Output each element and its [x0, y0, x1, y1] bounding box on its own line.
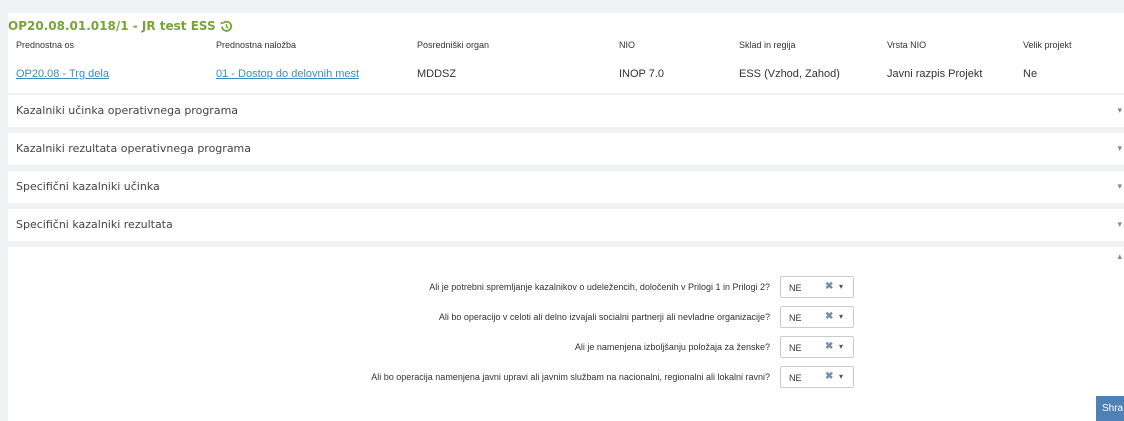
value-vrsta-nio: Javni razpis Projekt	[887, 68, 983, 80]
header-prednostna-os: Prednostna os	[16, 40, 75, 50]
select-value: NE	[789, 373, 802, 383]
header-vrsta-nio: Vrsta NIO	[887, 40, 927, 50]
value-nio: INOP 7.0	[619, 68, 665, 80]
accordion-specificni-kazalniki-rezultata[interactable]: Specifični kazalniki rezultata ▾	[8, 209, 1124, 241]
accordion-specificni-kazalniki-ucinka[interactable]: Specifični kazalniki učinka ▾	[8, 171, 1124, 203]
chevron-down-icon[interactable]: ▾	[839, 312, 843, 321]
caret-icon: ▾	[1117, 105, 1122, 115]
chevron-down-icon[interactable]: ▾	[839, 372, 843, 381]
select-value: NE	[789, 343, 802, 353]
save-button[interactable]: Shra	[1096, 396, 1124, 421]
caret-icon: ▾	[1117, 219, 1122, 229]
chevron-down-icon[interactable]: ▾	[839, 342, 843, 351]
clear-icon[interactable]: ✖	[825, 341, 833, 352]
select-value: NE	[789, 313, 802, 323]
clear-icon[interactable]: ✖	[825, 281, 833, 292]
value-sklad-in-regija: ESS (Vzhod, Zahod)	[739, 68, 840, 80]
question-select[interactable]: NE ✖ ▾	[780, 276, 854, 298]
clear-icon[interactable]: ✖	[825, 311, 833, 322]
accordion-kazalniki-rezultata-op[interactable]: Kazalniki rezultata operativnega program…	[8, 133, 1124, 165]
chevron-down-icon[interactable]: ▾	[839, 282, 843, 291]
accordion-label: Specifični kazalniki učinka	[16, 180, 160, 193]
accordion-label: Specifični kazalniki rezultata	[16, 218, 173, 231]
question-label: Ali je namenjena izboljšanju položaja za…	[574, 342, 770, 352]
question-row: Ali bo operacijo v celoti ali delno izva…	[8, 306, 1124, 330]
question-label: Ali je potrebni spremljanje kazalnikov o…	[429, 282, 770, 292]
question-label: Ali bo operacija namenjena javni upravi …	[371, 372, 770, 382]
value-velik-projekt: Ne	[1023, 68, 1038, 80]
header-posredniski-organ: Posredniški organ	[417, 40, 490, 50]
header-sklad-in-regija: Sklad in regija	[739, 40, 796, 50]
select-value: NE	[789, 283, 802, 293]
header-velik-projekt: Velik projekt	[1023, 40, 1072, 50]
question-row: Ali je namenjena izboljšanju položaja za…	[8, 336, 1124, 360]
caret-icon: ▾	[1117, 143, 1122, 153]
caret-icon[interactable]: ▴	[1117, 251, 1122, 262]
accordion-label: Kazalniki rezultata operativnega program…	[16, 142, 252, 155]
caret-icon: ▾	[1117, 181, 1122, 191]
question-select[interactable]: NE ✖ ▾	[780, 366, 854, 388]
operation-title: OP20.08.01.018/1 - JR test ESS	[8, 19, 233, 33]
header-prednostna-nalozba: Prednostna naložba	[216, 40, 297, 50]
history-icon[interactable]	[220, 20, 233, 33]
operation-title-text: OP20.08.01.018/1 - JR test ESS	[8, 19, 216, 33]
accordion-kazalniki-ucinka-op[interactable]: Kazalniki učinka operativnega programa ▾	[8, 95, 1124, 127]
clear-icon[interactable]: ✖	[825, 371, 833, 382]
question-row: Ali bo operacija namenjena javni upravi …	[8, 366, 1124, 390]
link-prednostna-os[interactable]: OP20.08 - Trg dela	[16, 68, 109, 80]
questions-panel: ▴ Ali je potrebni spremljanje kazalnikov…	[8, 247, 1124, 421]
value-posredniski-organ: MDDSZ	[417, 68, 457, 80]
accordion-label: Kazalniki učinka operativnega programa	[16, 104, 239, 117]
question-row: Ali je potrebni spremljanje kazalnikov o…	[8, 276, 1124, 300]
question-select[interactable]: NE ✖ ▾	[780, 336, 854, 358]
question-select[interactable]: NE ✖ ▾	[780, 306, 854, 328]
question-label: Ali bo operacijo v celoti ali delno izva…	[438, 312, 770, 322]
header-nio: NIO	[619, 40, 636, 50]
link-prednostna-nalozba[interactable]: 01 - Dostop do delovnih mest	[216, 68, 359, 80]
